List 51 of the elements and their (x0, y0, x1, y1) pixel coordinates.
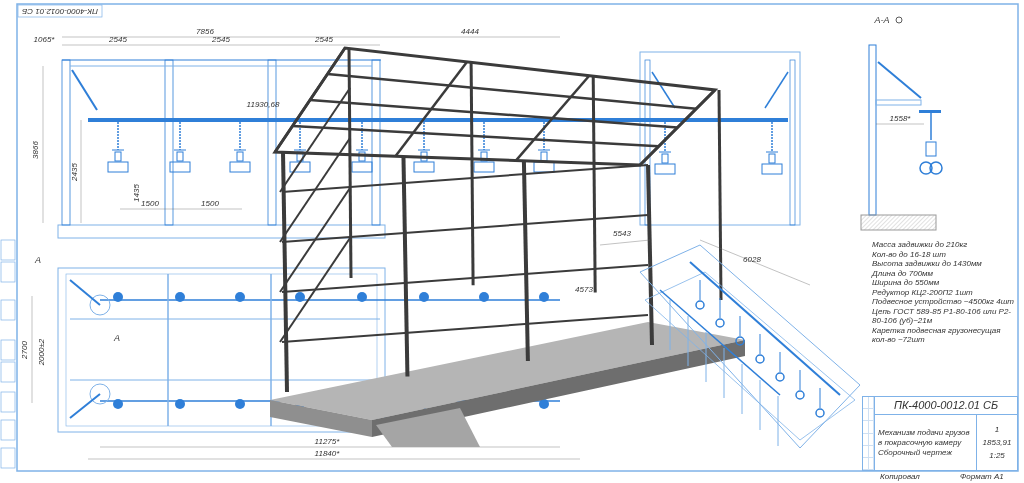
note-line: Масса задвижки до 210кг (872, 240, 969, 250)
margin-stamp-cell (0, 391, 16, 413)
dimension-label: 2435 (70, 163, 79, 181)
dimension-label: 6028 (743, 255, 761, 264)
note-line: Высота задвижки до 1430мм (872, 259, 983, 269)
dimension-label: 2545 (315, 35, 333, 44)
dimension-label: 1500 (141, 199, 159, 208)
note-line: Кол-во до 16-18 шт (872, 249, 947, 259)
stamp-text: ПК-4000-0012.01 СБ (22, 6, 98, 16)
margin-stamp-cell (0, 361, 16, 383)
dimension-label: 1558* (889, 114, 911, 123)
drawing-name-line: в покрасочную камеру (878, 437, 963, 448)
dimension-label: 1500 (201, 199, 219, 208)
note-line: Редуктор КЦ2-200П2 1шт (872, 287, 974, 297)
note-line: Ширина до 550мм (872, 278, 941, 288)
dimension-label: 3866 (31, 141, 40, 159)
note-line: Подвесное устройство ~4500кг 4шт (872, 297, 1014, 307)
quantity-value: 1 (994, 424, 1000, 435)
note-line: Каретка подвесная грузонесущая кол-во ~72шт (872, 325, 1002, 345)
drawing-name-line: Сборочный чертеж (878, 447, 953, 458)
scale-value: 1:25 (989, 450, 1005, 461)
dimension-label: 4444 (461, 27, 479, 36)
dimension-label: 5543 (613, 229, 631, 238)
dimension-label: 2000±2 (37, 338, 46, 366)
dimension-label: 1065* (33, 35, 55, 44)
margin-stamp-cell (0, 299, 16, 321)
section-mark: А (35, 255, 41, 265)
format-label: Формат А1 (960, 472, 1004, 482)
section-mark: А (114, 333, 120, 343)
dimension-label: 2545 (109, 35, 127, 44)
copied-label: Копировал (880, 472, 920, 482)
note-line: Длина до 700мм (872, 268, 935, 278)
dimension-label: 11840* (314, 449, 340, 458)
dimension-label: 11275* (314, 437, 340, 446)
dimension-label: 11930,68 (246, 100, 280, 109)
dimension-label: 7856 (196, 27, 214, 36)
drawing-number: ПК-4000-0012.01 СБ (875, 397, 1017, 415)
dimension-label: 2545 (212, 35, 230, 44)
mass-value: 1853,91 (982, 437, 1012, 448)
margin-stamp-cell (0, 447, 16, 469)
section-title: А-А (874, 15, 890, 25)
margin-stamp-cell (0, 419, 16, 441)
dimension-label: 4573 (575, 285, 593, 294)
view-symbol-icon (895, 16, 903, 24)
margin-stamp-cell (0, 261, 16, 283)
margin-stamp-cell (0, 339, 16, 361)
margin-stamp-cell (0, 239, 16, 261)
note-line: Цепь ГОСТ 589-85 Р1-80-106 или Р2-80-106 (уб)~21м (872, 306, 1012, 326)
dimension-label: 2700 (20, 341, 29, 359)
dimension-label: 1435 (132, 184, 141, 202)
drawing-name-line: Механизм подачи грузов (878, 427, 971, 438)
